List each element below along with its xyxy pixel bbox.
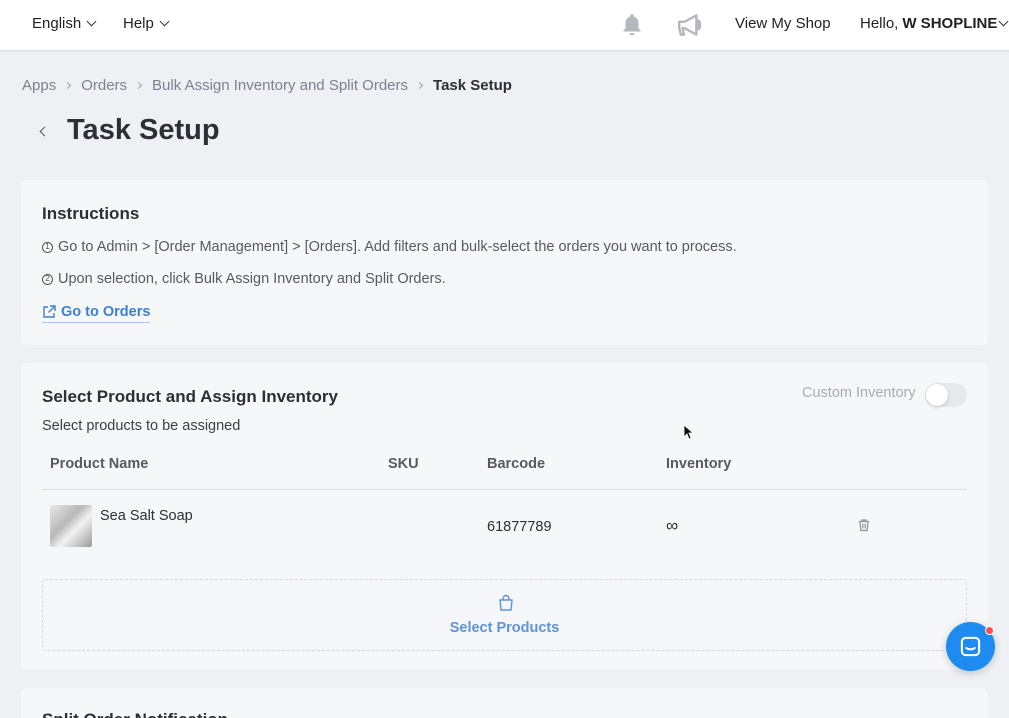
instruction-text: Go to Admin > [Order Management] > [Orde…	[58, 239, 737, 255]
help-label: Help	[123, 15, 154, 32]
chat-icon	[960, 636, 981, 657]
page-title: Task Setup	[67, 114, 220, 146]
back-icon[interactable]	[38, 126, 50, 138]
split-order-title: Split Order Notification	[42, 710, 228, 718]
help-menu[interactable]: Help	[123, 15, 170, 32]
go-to-orders-label: Go to Orders	[61, 304, 151, 320]
breadcrumb-bulk-assign[interactable]: Bulk Assign Inventory and Split Orders	[152, 77, 408, 94]
view-my-shop-link[interactable]: View My Shop	[735, 15, 831, 32]
custom-inventory-label: Custom Inventory	[802, 385, 916, 401]
step-number-icon: 2	[42, 273, 53, 285]
notification-dot	[985, 626, 994, 635]
assign-subtitle: Select products to be assigned	[42, 418, 241, 434]
column-header-sku: SKU	[388, 456, 419, 472]
account-menu[interactable]: Hello, W SHOPLINE	[860, 15, 1009, 32]
column-header-product-name: Product Name	[50, 456, 149, 472]
chevron-down-icon	[159, 16, 170, 27]
instruction-step-1: 1 Go to Admin > [Order Management] > [Or…	[42, 239, 737, 255]
toggle-knob	[926, 384, 948, 406]
select-products-button[interactable]: Select Products	[42, 579, 967, 651]
step-number-icon: 1	[42, 241, 53, 253]
hello-prefix: Hello,	[860, 15, 899, 32]
column-header-barcode: Barcode	[487, 456, 546, 472]
table-header: Product Name SKU Barcode Inventory	[42, 447, 967, 490]
chevron-right-icon	[135, 81, 143, 90]
megaphone-icon[interactable]	[676, 12, 706, 38]
instructions-card: Instructions 1 Go to Admin > [Order Mana…	[21, 180, 988, 345]
instructions-title: Instructions	[42, 204, 140, 223]
language-selector[interactable]: English	[32, 15, 97, 32]
breadcrumb-apps[interactable]: Apps	[22, 77, 56, 94]
product-name: Sea Salt Soap	[100, 508, 193, 524]
shopping-bag-icon	[499, 594, 513, 611]
bell-icon[interactable]	[619, 12, 645, 38]
shop-name: W SHOPLINE	[902, 15, 998, 32]
chevron-right-icon	[64, 81, 72, 90]
custom-inventory-toggle[interactable]	[925, 383, 967, 407]
mouse-cursor-icon	[683, 424, 695, 440]
external-link-icon	[43, 305, 56, 318]
instruction-text: Upon selection, click Bulk Assign Invent…	[58, 271, 446, 287]
breadcrumb-orders[interactable]: Orders	[81, 77, 127, 94]
table-row: Sea Salt Soap 61877789 ∞	[42, 490, 967, 557]
chevron-down-icon	[998, 16, 1009, 27]
assign-title: Select Product and Assign Inventory	[42, 387, 338, 406]
breadcrumb: Apps Orders Bulk Assign Inventory and Sp…	[22, 77, 512, 94]
chevron-down-icon	[86, 16, 97, 27]
breadcrumb-current: Task Setup	[433, 77, 512, 94]
instruction-step-2: 2 Upon selection, click Bulk Assign Inve…	[42, 271, 446, 287]
go-to-orders-link[interactable]: Go to Orders	[42, 304, 151, 323]
column-header-inventory: Inventory	[666, 456, 732, 472]
language-label: English	[32, 15, 82, 32]
select-products-label: Select Products	[449, 620, 560, 636]
chat-button[interactable]	[946, 622, 995, 671]
split-order-card: Split Order Notification	[21, 688, 988, 718]
trash-icon[interactable]	[857, 518, 871, 532]
assign-inventory-card: Select Product and Assign Inventory Sele…	[21, 363, 988, 670]
product-thumbnail	[50, 505, 92, 547]
chevron-right-icon	[415, 81, 424, 90]
product-inventory: ∞	[666, 516, 679, 535]
product-barcode: 61877789	[487, 519, 552, 535]
top-bar: English Help View My Shop Hello, W SHOPL…	[0, 0, 1009, 51]
